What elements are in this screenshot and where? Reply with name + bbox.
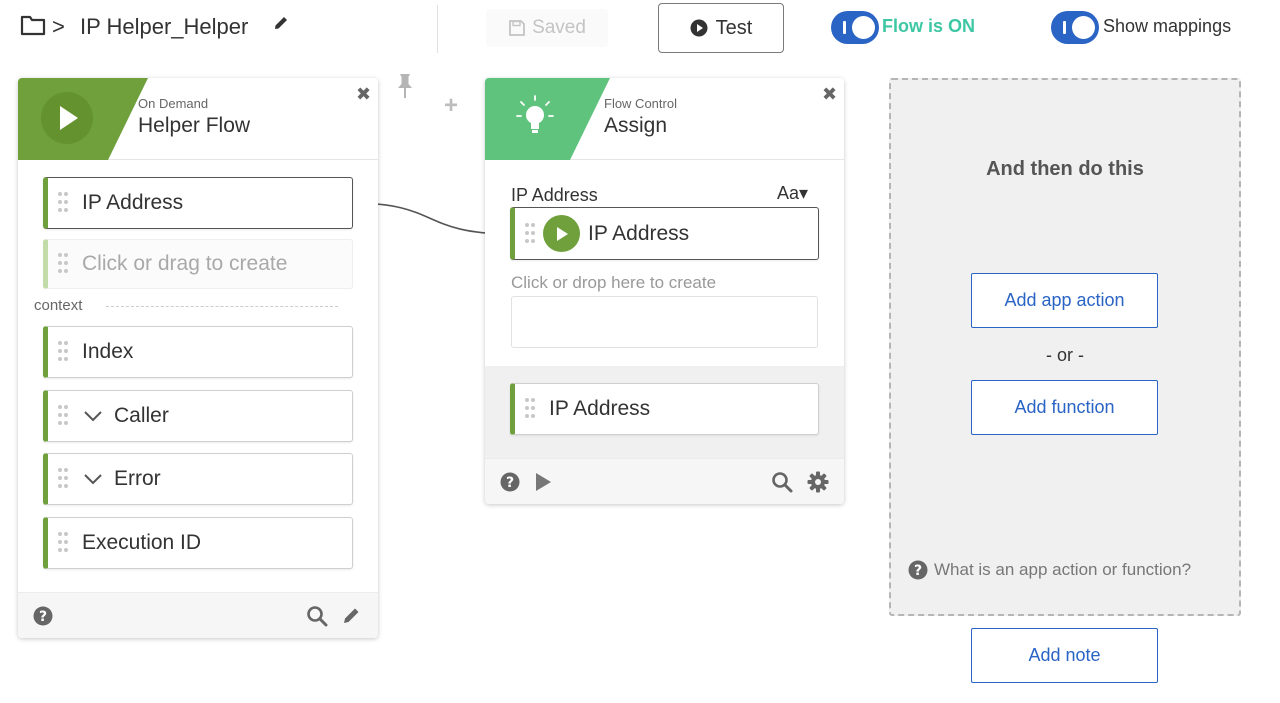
add-function-button[interactable]: Add function [971, 380, 1158, 435]
search-icon[interactable] [306, 605, 328, 627]
drag-handle-icon[interactable] [58, 192, 68, 214]
trigger-card-header: On Demand Helper Flow ✖ [18, 78, 378, 160]
flow-title[interactable]: IP Helper_Helper [80, 14, 248, 40]
svg-text:?: ? [39, 609, 47, 625]
drag-handle-icon[interactable] [525, 398, 535, 420]
drop-hint-text: Click or drop here to create [511, 273, 717, 292]
trigger-field-ip-address[interactable]: IP Address [43, 177, 353, 229]
trigger-title: Helper Flow [138, 114, 251, 137]
floppy-disk-icon [509, 20, 525, 36]
assign-output-field[interactable]: IP Address [510, 383, 819, 435]
help-icon: ? [908, 560, 928, 580]
and-then-panel: And then do this Add app action - or - A… [889, 78, 1241, 616]
field-label: Caller [114, 404, 169, 427]
folder-icon[interactable] [20, 14, 46, 36]
drag-handle-icon[interactable] [525, 222, 535, 245]
play-badge-icon [543, 215, 580, 252]
context-field-error[interactable]: Error [43, 453, 353, 505]
drag-handle-icon[interactable] [58, 405, 68, 427]
show-mappings-toggle[interactable] [1051, 11, 1099, 44]
show-mappings-label: Show mappings [1103, 16, 1232, 36]
assign-card-footer: ? [485, 458, 844, 504]
assign-accent [485, 78, 610, 160]
create-placeholder-label: Click or drag to create [82, 252, 288, 275]
help-link-text: What is an app action or function? [934, 560, 1192, 579]
field-label: Index [82, 340, 134, 363]
trigger-card: On Demand Helper Flow ✖ IP Address Click… [18, 78, 378, 638]
trigger-card-footer: ? [18, 592, 378, 638]
add-app-action-button[interactable]: Add app action [971, 273, 1158, 328]
assign-card: Flow Control Assign ✖ IP Address Aa▾ IP … [485, 78, 844, 504]
chevron-down-icon[interactable] [82, 409, 104, 423]
type-selector-dropdown[interactable]: Aa▾ [777, 183, 808, 204]
context-section-label: context [34, 297, 83, 314]
gear-icon[interactable] [807, 471, 829, 493]
mapped-value-label: IP Address [588, 221, 690, 245]
field-label: IP Address [549, 397, 651, 420]
pin-icon[interactable] [396, 73, 414, 99]
field-label: Execution ID [82, 531, 202, 554]
chevron-down-icon[interactable] [82, 472, 104, 486]
flow-status-label: Flow is ON [882, 16, 976, 36]
assign-variable-label: IP Address [511, 185, 598, 205]
drag-handle-icon[interactable] [58, 468, 68, 490]
add-step-plus-icon[interactable]: + [444, 92, 458, 120]
create-field-placeholder[interactable]: Click or drag to create [43, 239, 353, 289]
context-field-execution-id[interactable]: Execution ID [43, 517, 353, 569]
add-note-button[interactable]: Add note [971, 628, 1158, 683]
context-field-caller[interactable]: Caller [43, 390, 353, 442]
saved-label: Saved [532, 17, 586, 38]
close-icon[interactable]: ✖ [356, 84, 371, 105]
assign-mapped-value[interactable]: IP Address [510, 207, 819, 260]
drop-zone[interactable] [511, 296, 818, 348]
help-icon[interactable]: ? [500, 472, 520, 492]
svg-text:?: ? [914, 563, 922, 579]
flow-on-toggle[interactable] [831, 11, 879, 44]
drag-handle-icon[interactable] [58, 532, 68, 554]
field-label: IP Address [82, 191, 184, 214]
assign-subtitle: Flow Control [604, 96, 677, 111]
context-field-index[interactable]: Index [43, 326, 353, 378]
saved-button: Saved [486, 9, 608, 47]
what-is-app-action-link[interactable]: ? What is an app action or function? [908, 560, 1191, 580]
close-icon[interactable]: ✖ [822, 84, 837, 105]
help-icon[interactable]: ? [33, 606, 53, 626]
assign-title: Assign [604, 114, 668, 137]
or-separator: - or - [1046, 345, 1084, 365]
drag-handle-icon[interactable] [58, 341, 68, 363]
toolbar-divider [437, 5, 438, 53]
drag-handle-icon [58, 253, 68, 275]
trigger-accent [18, 78, 148, 160]
field-label: Error [114, 467, 161, 490]
assign-card-header: Flow Control Assign ✖ [485, 78, 844, 160]
search-icon[interactable] [771, 471, 793, 493]
breadcrumb-separator: > [52, 14, 65, 39]
play-icon[interactable] [533, 472, 553, 492]
play-circle-icon [690, 19, 708, 37]
pencil-icon[interactable] [342, 605, 362, 625]
edit-title-pencil-icon[interactable] [272, 14, 290, 32]
test-button[interactable]: Test [658, 3, 784, 53]
trigger-subtitle: On Demand [138, 96, 209, 111]
test-label: Test [715, 16, 753, 39]
context-divider [106, 306, 338, 307]
then-panel-title: And then do this [986, 158, 1144, 180]
svg-text:?: ? [506, 475, 514, 491]
top-toolbar: > IP Helper_Helper Saved Test Flow is ON… [0, 0, 1280, 56]
